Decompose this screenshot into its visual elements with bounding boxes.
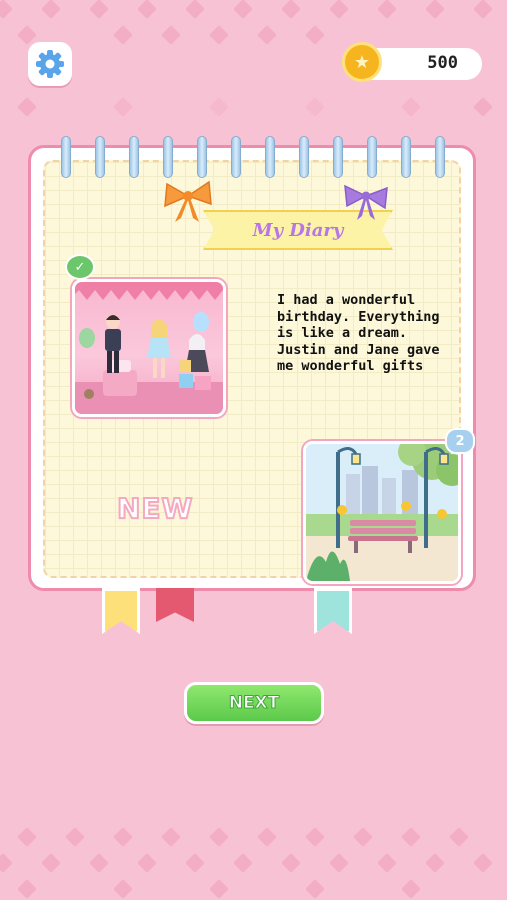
next-button[interactable]: NEXT [184, 682, 324, 724]
park-photo[interactable] [303, 441, 461, 584]
spiral-ring [333, 136, 343, 178]
diary-notebook: My Diary ✓ I had a wonderful birthday. E… [28, 136, 476, 591]
orange-bow-icon [164, 180, 212, 222]
spiral-ring [435, 136, 445, 178]
spiral-ring [163, 136, 173, 178]
spiral-ring [231, 136, 241, 178]
birthday-photo[interactable] [72, 279, 226, 417]
spiral-ring [61, 136, 71, 178]
diary-title: My Diary [252, 219, 344, 241]
gear-icon [36, 50, 64, 78]
spiral-ring [401, 136, 411, 178]
next-button-label: NEXT [228, 693, 280, 714]
diary-page: My Diary ✓ I had a wonderful birthday. E… [43, 160, 475, 584]
park-illustration [306, 444, 458, 581]
teal-ribbon-tab[interactable] [314, 588, 352, 634]
spiral-ring [367, 136, 377, 178]
settings-button[interactable] [28, 42, 72, 86]
purple-bow-icon [344, 184, 388, 220]
birthday-party-illustration [75, 282, 223, 414]
spiral-ring [95, 136, 105, 178]
spiral-ring [265, 136, 275, 178]
spiral-ring [197, 136, 207, 178]
star-coin-icon: ★ [342, 42, 382, 82]
yellow-ribbon-tab[interactable] [102, 588, 140, 634]
coin-amount: 500 [427, 53, 458, 73]
red-ribbon-tab[interactable] [156, 588, 194, 622]
diary-entry-text: I had a wonderful birthday. Everything i… [277, 292, 440, 374]
spiral-ring [299, 136, 309, 178]
photo-count-badge: 2 [445, 428, 475, 454]
background-pattern-bottom [0, 820, 507, 900]
spiral-ring [129, 136, 139, 178]
new-label: NEW [116, 491, 194, 526]
check-icon: ✓ [65, 254, 95, 280]
